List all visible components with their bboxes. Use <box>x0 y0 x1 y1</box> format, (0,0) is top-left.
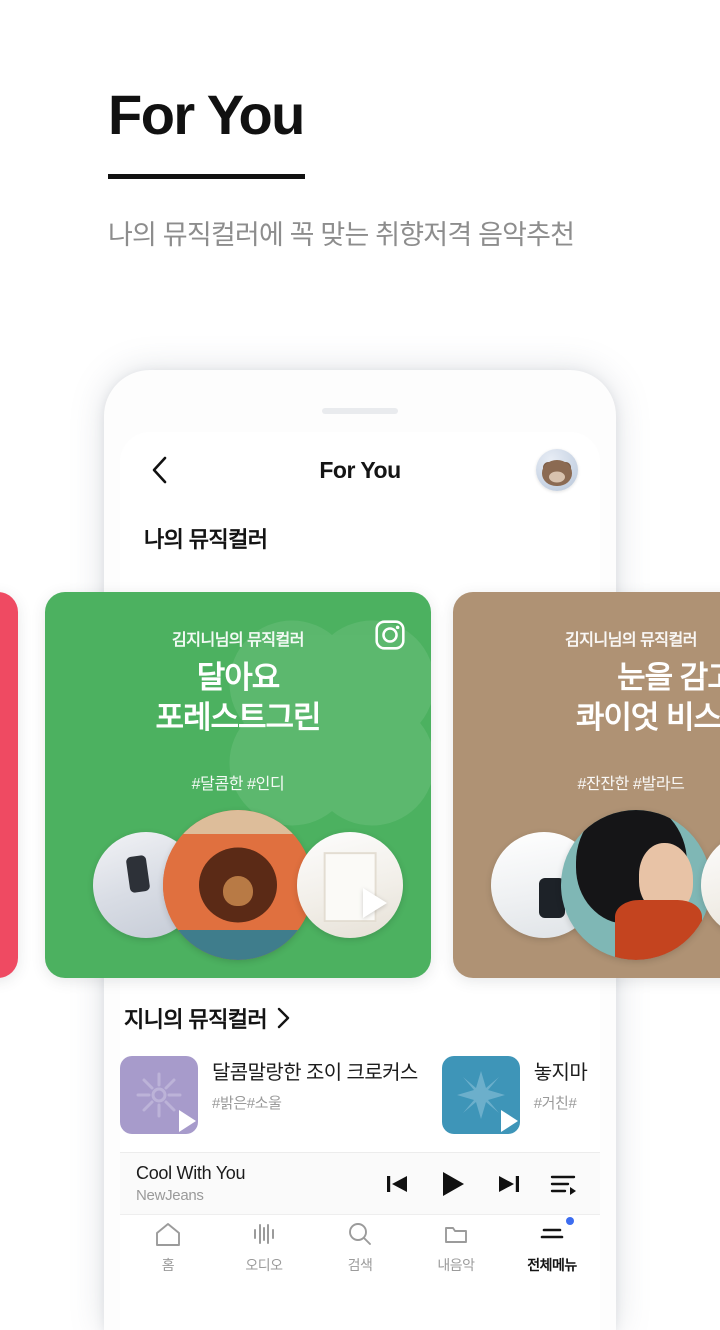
genie-item-row: 달콤말랑한 조이 크로커스 #밝은#소울 놓지마 #거친# <box>120 1056 600 1134</box>
genie-section-header[interactable]: 지니의 뮤직컬러 <box>120 1002 600 1034</box>
bottom-navigation: 홈 오디오 검색 내음악 전체메뉴 <box>120 1214 600 1280</box>
nav-label: 내음악 <box>437 1257 475 1273</box>
music-color-carousel[interactable]: 김지니님의 뮤직컬러 달아요 포레스트그린 #달콤한 #인디 김지니님의 뮤직컬… <box>0 592 720 978</box>
audio-wave-icon <box>254 1224 274 1244</box>
nav-label: 전체메뉴 <box>527 1257 577 1273</box>
card-color-name: 눈을 감고 콰이엇 비스코티 <box>575 660 720 735</box>
nav-item-audio[interactable]: 오디오 <box>225 1220 303 1275</box>
card-tags: #잔잔한 #발라드 <box>577 776 685 793</box>
sun-burst-icon <box>136 1072 182 1118</box>
card-owner-label: 김지니님의 뮤직컬러 <box>565 632 697 649</box>
album-art-2[interactable] <box>163 810 313 960</box>
back-button[interactable] <box>142 453 176 487</box>
nav-label: 오디오 <box>245 1257 283 1273</box>
search-icon <box>349 1223 371 1245</box>
app-header: For You <box>120 432 600 508</box>
skip-previous-icon[interactable] <box>384 1171 410 1197</box>
page-title: For You <box>108 83 305 146</box>
list-item[interactable]: 달콤말랑한 조이 크로커스 #밝은#소울 <box>120 1056 418 1134</box>
home-icon <box>156 1223 180 1246</box>
album-art-2[interactable] <box>561 810 711 960</box>
title-underline <box>108 173 305 179</box>
player-meta[interactable]: Cool With You NewJeans <box>136 1163 384 1204</box>
nav-item-home[interactable]: 홈 <box>129 1220 207 1275</box>
music-color-card-brown[interactable]: 김지니님의 뮤직컬러 눈을 감고 콰이엇 비스코티 #잔잔한 #발라드 <box>453 592 720 978</box>
art-bear <box>223 876 253 906</box>
album-art-3[interactable] <box>701 832 720 938</box>
avatar[interactable] <box>536 449 578 491</box>
folder-icon <box>445 1227 467 1243</box>
eight-point-star-icon <box>456 1071 505 1119</box>
list-item-tags: #거친# <box>533 1095 577 1112</box>
album-art-cluster <box>453 806 720 966</box>
avatar-muzzle <box>549 471 565 483</box>
album-art-cluster <box>45 806 431 966</box>
earpiece-speaker <box>322 408 398 414</box>
thumbnail-play-button[interactable] <box>500 1110 518 1132</box>
genie-section-title: 지니의 뮤직컬러 <box>124 1007 268 1032</box>
genie-thumbnail[interactable] <box>120 1056 198 1134</box>
nav-label: 홈 <box>161 1257 175 1273</box>
nav-item-my-music[interactable]: 내음악 <box>417 1220 495 1275</box>
album-art-3[interactable] <box>297 832 403 938</box>
list-item-title: 놓지마 <box>533 1062 588 1084</box>
chevron-left-icon <box>152 456 167 484</box>
mini-player[interactable]: Cool With You NewJeans <box>120 1152 600 1214</box>
player-artist: NewJeans <box>136 1187 204 1204</box>
menu-icon <box>540 1228 564 1239</box>
nav-item-search[interactable]: 검색 <box>321 1220 399 1275</box>
genie-thumbnail[interactable] <box>441 1056 520 1134</box>
art-neck <box>615 900 702 960</box>
promo-header: For You 나의 뮤직컬러에 꼭 맞는 취향저격 음악추천 <box>108 83 668 257</box>
nav-label: 검색 <box>347 1257 373 1273</box>
music-color-card-green[interactable]: 김지니님의 뮤직컬러 달아요 포레스트그린 #달콤한 #인디 <box>45 592 431 978</box>
promo-subtitle: 나의 뮤직컬러에 꼭 맞는 취향저격 음악추천 <box>108 219 575 250</box>
app-title: For You <box>319 456 401 483</box>
section-title-my-music-color: 나의 뮤직컬러 <box>144 527 268 552</box>
skip-next-icon[interactable] <box>496 1171 522 1197</box>
card-color-name: 달아요 포레스트그린 <box>155 660 321 735</box>
list-item[interactable]: 놓지마 #거친# <box>441 1056 588 1134</box>
music-color-card-pink[interactable] <box>0 592 18 978</box>
list-item-text: 놓지마 #거친# <box>533 1056 588 1113</box>
list-item-title: 달콤말랑한 조이 크로커스 <box>212 1062 418 1084</box>
notification-badge <box>566 1217 574 1225</box>
play-icon[interactable] <box>438 1169 468 1199</box>
genie-music-color-section: 지니의 뮤직컬러 달콤말랑한 조이 크로커스 #밝은#소울 놓지마 #거친# <box>120 1002 600 1134</box>
art-top <box>163 810 313 837</box>
nav-item-all-menu[interactable]: 전체메뉴 <box>513 1217 591 1275</box>
card-owner-label: 김지니님의 뮤직컬러 <box>172 632 304 649</box>
player-track-title: Cool With You <box>136 1163 246 1183</box>
player-controls <box>384 1169 584 1199</box>
list-item-tags: #밝은#소울 <box>212 1095 282 1112</box>
playlist-icon[interactable] <box>550 1172 578 1196</box>
thumbnail-play-button[interactable] <box>179 1110 196 1132</box>
art-floor <box>163 930 313 960</box>
card-tags: #달콤한 #인디 <box>191 776 285 793</box>
card-play-button[interactable] <box>363 888 387 918</box>
list-item-text: 달콤말랑한 조이 크로커스 #밝은#소울 <box>212 1056 418 1113</box>
chevron-right-icon <box>277 1007 290 1029</box>
